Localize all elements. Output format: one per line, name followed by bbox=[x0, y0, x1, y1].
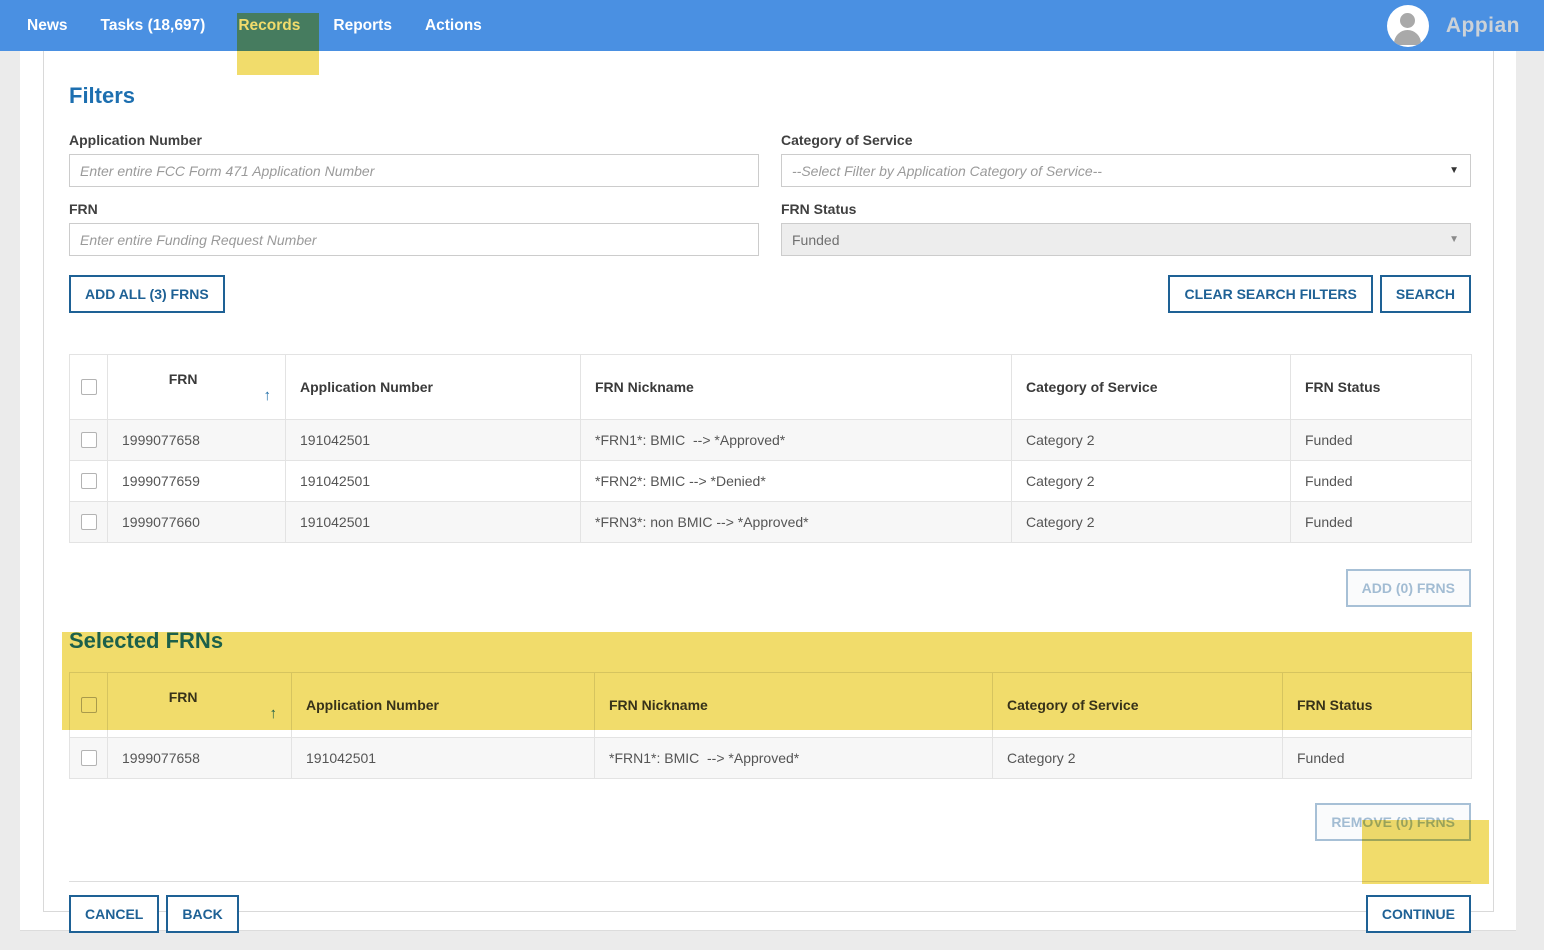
frn-status-value: Funded bbox=[792, 232, 839, 248]
cell-application-number: 191042501 bbox=[292, 738, 595, 779]
nav-item-records[interactable]: Records bbox=[238, 17, 300, 35]
row-checkbox[interactable] bbox=[81, 514, 97, 530]
column-header-frn-status[interactable]: FRN Status bbox=[1291, 355, 1472, 420]
cell-category: Category 2 bbox=[993, 738, 1283, 779]
cell-category: Category 2 bbox=[1012, 502, 1291, 543]
frn-status-label: FRN Status bbox=[781, 201, 1471, 217]
table-row: 1999077659 191042501 *FRN2*: BMIC --> *D… bbox=[70, 461, 1472, 502]
cell-status: Funded bbox=[1283, 738, 1472, 779]
filters-title: Filters bbox=[69, 82, 1471, 110]
content-box: Filters Application Number Category of S… bbox=[43, 51, 1494, 912]
cell-application-number: 191042501 bbox=[286, 420, 581, 461]
table-row: 1999077660 191042501 *FRN3*: non BMIC --… bbox=[70, 502, 1472, 543]
column-header-application-number[interactable]: Application Number bbox=[292, 673, 595, 738]
chevron-down-icon: ▼ bbox=[1449, 165, 1459, 176]
nav-item-tasks[interactable]: Tasks (18,697) bbox=[101, 17, 206, 35]
nav-item-reports[interactable]: Reports bbox=[333, 17, 392, 35]
cell-category: Category 2 bbox=[1012, 461, 1291, 502]
nav-item-news[interactable]: News bbox=[27, 17, 68, 35]
column-header-frn[interactable]: FRN ↑ bbox=[108, 673, 292, 738]
cancel-button[interactable]: CANCEL bbox=[69, 895, 159, 933]
results-table: FRN ↑ Application Number FRN Nickname Ca… bbox=[69, 354, 1472, 543]
nav-items: News Tasks (18,697) Records Reports Acti… bbox=[27, 17, 482, 35]
cell-frn: 1999077658 bbox=[108, 420, 286, 461]
cell-frn-nickname: *FRN2*: BMIC --> *Denied* bbox=[581, 461, 1012, 502]
frn-input[interactable] bbox=[69, 223, 759, 256]
column-header-application-number[interactable]: Application Number bbox=[286, 355, 581, 420]
selected-frns-title: Selected FRNs bbox=[69, 627, 1471, 655]
top-navbar: News Tasks (18,697) Records Reports Acti… bbox=[0, 0, 1544, 51]
table-row: 1999077658 191042501 *FRN1*: BMIC --> *A… bbox=[70, 420, 1472, 461]
appian-logo: Appian bbox=[1446, 14, 1520, 38]
footer-divider bbox=[69, 881, 1471, 882]
cell-category: Category 2 bbox=[1012, 420, 1291, 461]
application-number-input[interactable] bbox=[69, 154, 759, 187]
sort-ascending-icon: ↑ bbox=[270, 705, 278, 722]
cell-application-number: 191042501 bbox=[286, 461, 581, 502]
filters-form: Application Number Category of Service -… bbox=[69, 118, 1471, 256]
sort-ascending-icon: ↑ bbox=[264, 387, 272, 404]
frn-label: FRN bbox=[69, 201, 759, 217]
column-header-frn[interactable]: FRN ↑ bbox=[108, 355, 286, 420]
cell-status: Funded bbox=[1291, 461, 1472, 502]
select-all-checkbox[interactable] bbox=[81, 697, 97, 713]
user-silhouette-icon bbox=[1400, 13, 1415, 28]
nav-item-actions[interactable]: Actions bbox=[425, 17, 482, 35]
results-header-row: FRN ↑ Application Number FRN Nickname Ca… bbox=[70, 355, 1472, 420]
column-header-frn-status[interactable]: FRN Status bbox=[1283, 673, 1472, 738]
back-button[interactable]: BACK bbox=[166, 895, 238, 933]
clear-search-filters-button[interactable]: CLEAR SEARCH FILTERS bbox=[1168, 275, 1372, 313]
cell-frn-nickname: *FRN3*: non BMIC --> *Approved* bbox=[581, 502, 1012, 543]
remove-frns-button[interactable]: REMOVE (0) FRNS bbox=[1315, 803, 1471, 841]
column-header-frn-nickname[interactable]: FRN Nickname bbox=[595, 673, 993, 738]
category-of-service-value: --Select Filter by Application Category … bbox=[792, 163, 1102, 179]
cell-frn: 1999077659 bbox=[108, 461, 286, 502]
select-all-checkbox[interactable] bbox=[81, 379, 97, 395]
category-of-service-label: Category of Service bbox=[781, 132, 1471, 148]
cell-application-number: 191042501 bbox=[286, 502, 581, 543]
continue-button[interactable]: CONTINUE bbox=[1366, 895, 1471, 933]
cell-frn: 1999077658 bbox=[108, 738, 292, 779]
cell-frn-nickname: *FRN1*: BMIC --> *Approved* bbox=[595, 738, 993, 779]
user-avatar[interactable] bbox=[1387, 5, 1429, 47]
cell-frn-nickname: *FRN1*: BMIC --> *Approved* bbox=[581, 420, 1012, 461]
column-header-frn-nickname[interactable]: FRN Nickname bbox=[581, 355, 1012, 420]
column-header-category-of-service[interactable]: Category of Service bbox=[993, 673, 1283, 738]
column-header-category-of-service[interactable]: Category of Service bbox=[1012, 355, 1291, 420]
selected-frns-table: FRN ↑ Application Number FRN Nickname Ca… bbox=[69, 672, 1472, 779]
selected-header-row: FRN ↑ Application Number FRN Nickname Ca… bbox=[70, 673, 1472, 738]
add-frns-button[interactable]: ADD (0) FRNS bbox=[1346, 569, 1471, 607]
nav-right: Appian bbox=[1387, 5, 1520, 47]
search-button[interactable]: SEARCH bbox=[1380, 275, 1471, 313]
row-checkbox[interactable] bbox=[81, 750, 97, 766]
row-checkbox[interactable] bbox=[81, 432, 97, 448]
cell-status: Funded bbox=[1291, 420, 1472, 461]
chevron-down-icon: ▼ bbox=[1449, 234, 1459, 245]
application-number-label: Application Number bbox=[69, 132, 759, 148]
add-all-frns-button[interactable]: ADD ALL (3) FRNS bbox=[69, 275, 225, 313]
row-checkbox[interactable] bbox=[81, 473, 97, 489]
cell-status: Funded bbox=[1291, 502, 1472, 543]
cell-frn: 1999077660 bbox=[108, 502, 286, 543]
frn-status-select[interactable]: Funded ▼ bbox=[781, 223, 1471, 256]
category-of-service-select[interactable]: --Select Filter by Application Category … bbox=[781, 154, 1471, 187]
table-row: 1999077658 191042501 *FRN1*: BMIC --> *A… bbox=[70, 738, 1472, 779]
